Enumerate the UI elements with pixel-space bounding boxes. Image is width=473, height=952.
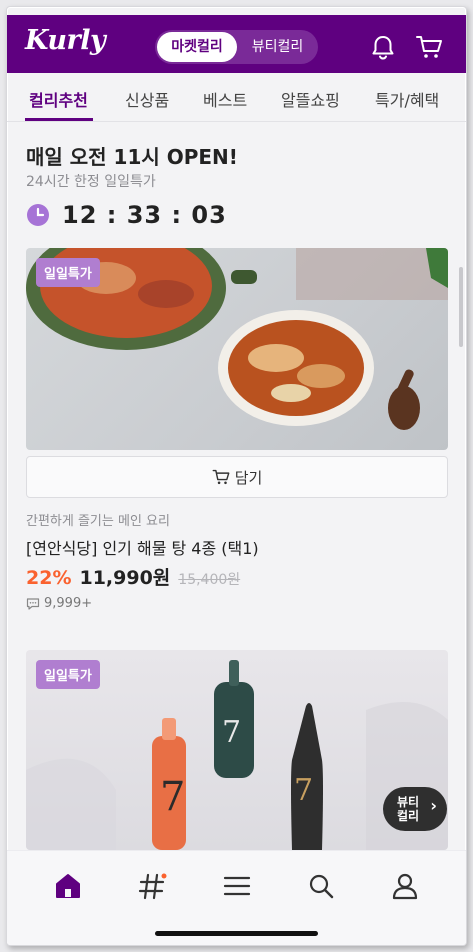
beauty-kurly-tab[interactable]: 뷰티컬리: [239, 32, 316, 62]
original-price: 15,400원: [178, 572, 241, 588]
bottom-navigation: [7, 850, 466, 945]
app-frame: Kurly 마켓컬리 뷰티컬리 컬리추천 신상품 베스트 알뜰쇼핑 특가/혜택 …: [6, 6, 467, 946]
add-to-cart-button[interactable]: 담기: [26, 456, 448, 498]
countdown-timer: 12 : 33 : 03: [62, 201, 227, 229]
discount-rate: 22%: [26, 567, 72, 589]
tab-best[interactable]: 베스트: [203, 87, 247, 111]
cart-icon[interactable]: [415, 33, 443, 61]
market-segment-toggle: 마켓컬리 뷰티컬리: [155, 30, 318, 64]
tabs-divider: [7, 121, 466, 122]
add-to-cart-label: 담기: [234, 468, 263, 487]
svg-text:7: 7: [222, 715, 241, 750]
comment-icon: [26, 597, 40, 610]
beauty-button-line1: 뷰티: [397, 795, 420, 809]
product-image[interactable]: 7 7 7 일일특가: [26, 650, 448, 850]
tab-new[interactable]: 신상품: [125, 87, 169, 111]
svg-text:7: 7: [294, 773, 313, 808]
home-icon[interactable]: [53, 871, 83, 901]
section-subtitle: 24시간 한정 일일특가: [26, 174, 156, 190]
scrollbar[interactable]: [459, 267, 463, 347]
daily-deal-badge: 일일특가: [36, 258, 100, 287]
kurly-logo[interactable]: Kurly: [25, 25, 106, 56]
bell-icon[interactable]: [369, 33, 397, 61]
clock-icon: [27, 204, 49, 226]
profile-icon[interactable]: [390, 871, 420, 901]
product-name[interactable]: [연안식당] 인기 해물 탕 4종 (택1): [26, 535, 259, 559]
countdown-row: 12 : 33 : 03: [26, 201, 227, 229]
menu-icon[interactable]: [222, 871, 252, 901]
hashtag-icon[interactable]: [137, 871, 167, 901]
cart-icon: [212, 469, 230, 485]
chevron-right-icon: ›: [430, 796, 437, 815]
category-tabs: 컬리추천 신상품 베스트 알뜰쇼핑 특가/혜택: [7, 73, 466, 123]
market-kurly-tab[interactable]: 마켓컬리: [157, 32, 237, 62]
price-row: 22% 11,990원 15,400원: [26, 563, 240, 590]
search-icon[interactable]: [306, 871, 336, 901]
beauty-kurly-button[interactable]: 뷰티 컬리 ›: [383, 787, 447, 831]
review-count-text: 9,999+: [44, 596, 93, 611]
sale-price: 11,990원: [79, 567, 171, 589]
tab-special[interactable]: 특가/혜택: [375, 87, 439, 111]
product-image[interactable]: 일일특가: [26, 248, 448, 450]
tab-saving[interactable]: 알뜰쇼핑: [281, 87, 340, 111]
home-indicator: [155, 931, 318, 936]
section-title: 매일 오전 11시 OPEN!: [26, 145, 238, 169]
beauty-button-line2: 컬리: [397, 809, 420, 823]
svg-text:7: 7: [160, 774, 185, 820]
tab-recommend[interactable]: 컬리추천: [29, 87, 88, 111]
daily-deal-badge: 일일특가: [36, 660, 100, 689]
review-count: 9,999+: [26, 596, 92, 611]
app-header: Kurly 마켓컬리 뷰티컬리: [7, 15, 466, 73]
product-description: 간편하게 즐기는 메인 요리: [26, 514, 170, 529]
